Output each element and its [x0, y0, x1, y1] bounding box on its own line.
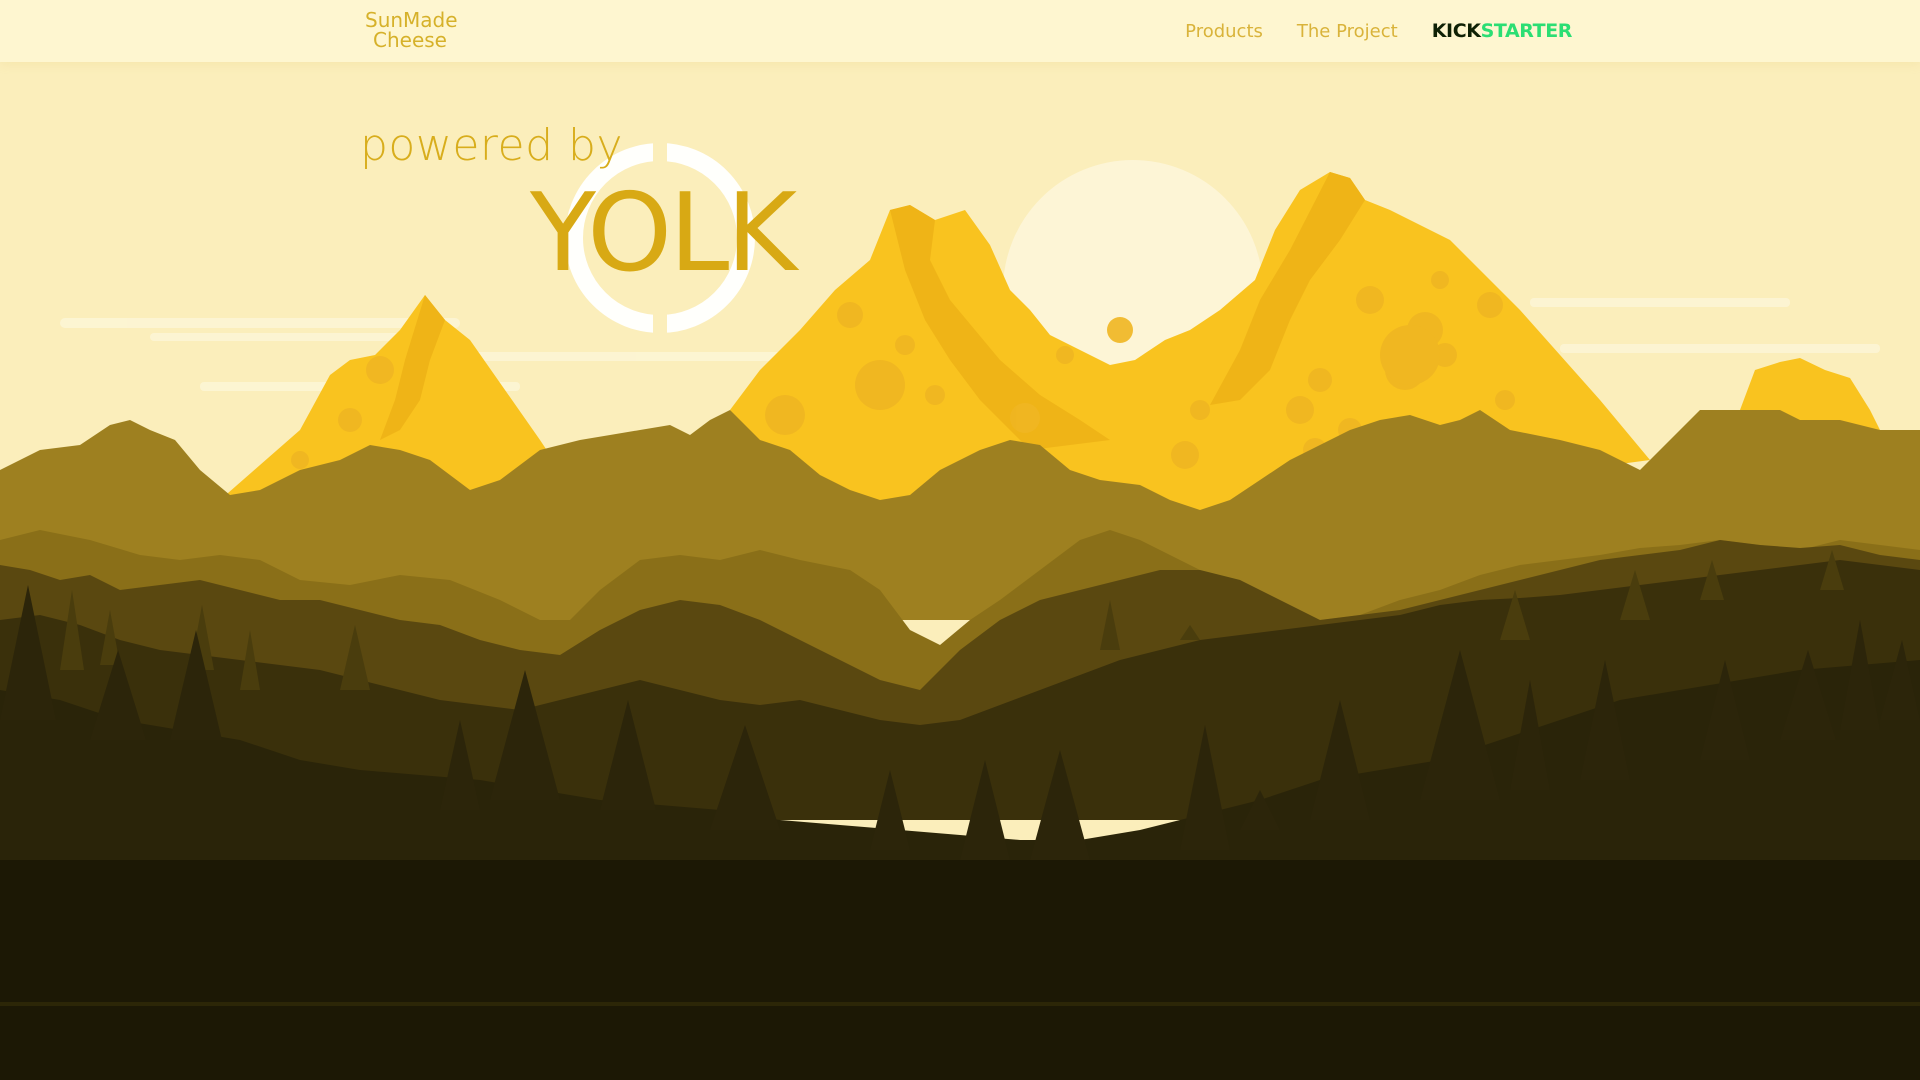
kickstarter-kick-text: KICK — [1431, 20, 1481, 42]
nav-the-project-link[interactable]: The Project — [1297, 21, 1398, 42]
nav-products-link[interactable]: Products — [1185, 21, 1263, 42]
landing-page: SunMade Cheese Products The Project KICK… — [0, 0, 1920, 1080]
ground-line — [0, 1002, 1920, 1006]
yolk-wordmark: YOLK — [530, 171, 797, 296]
brand-line-1: SunMade — [365, 8, 458, 32]
brand-line-2: Cheese — [373, 28, 447, 52]
kickstarter-starter-text: STARTER — [1480, 20, 1573, 42]
ground — [0, 860, 1920, 1080]
main-nav: Products The Project KICKSTARTER — [1185, 17, 1572, 45]
brand-logo[interactable]: SunMade Cheese — [365, 8, 458, 52]
powered-by-text: powered by — [360, 120, 623, 171]
mountain-landscape-illustration — [0, 0, 1920, 1080]
top-navigation-bar: SunMade Cheese Products The Project KICK… — [0, 0, 1920, 62]
kickstarter-logo-link[interactable]: KICKSTARTER — [1431, 20, 1573, 42]
